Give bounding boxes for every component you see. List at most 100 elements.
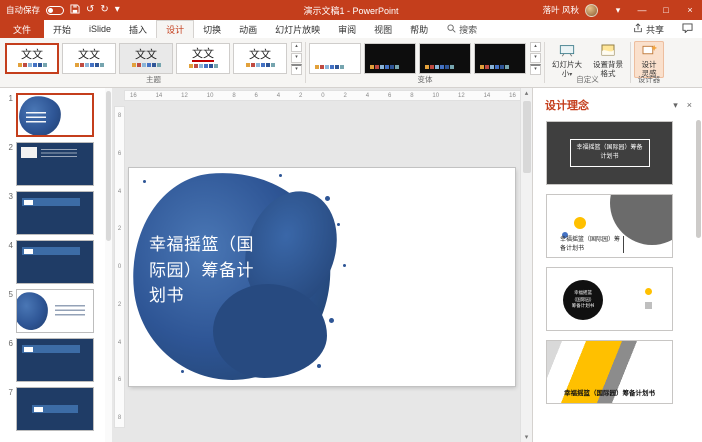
undo-icon[interactable]: ↺ bbox=[86, 5, 94, 15]
quick-access-toolbar: 自动保存 ↺ ↻ ▾ bbox=[6, 4, 120, 17]
variant-thumbnail-3[interactable] bbox=[419, 43, 471, 74]
user-name[interactable]: 落叶 风秋 bbox=[543, 4, 579, 16]
design-suggestion-1[interactable]: 幸福摇篮（国际园）筹备计划书 bbox=[546, 121, 673, 185]
slide-thumbnail-item-1[interactable]: 1 bbox=[2, 93, 105, 137]
yellow-dot-graphic bbox=[645, 288, 652, 295]
slide-size-button[interactable]: 幻灯片大小▾ bbox=[548, 41, 586, 79]
slide-3-thumb[interactable] bbox=[16, 191, 94, 235]
scrollbar-thumb[interactable] bbox=[106, 91, 111, 241]
variant-color-strip bbox=[370, 65, 399, 69]
slides-panel-scrollbar[interactable] bbox=[105, 88, 112, 442]
variant-thumbnail-2[interactable] bbox=[364, 43, 416, 74]
slide-thumbnail-item-7[interactable]: 7 bbox=[2, 387, 105, 431]
scroll-down-icon[interactable]: ▾ bbox=[525, 433, 529, 441]
title-bar: 自动保存 ↺ ↻ ▾ 演示文稿1 - PowerPoint 落叶 风秋 ▾ — … bbox=[0, 0, 702, 20]
theme-thumbnail-current[interactable]: 文文 bbox=[5, 43, 59, 74]
scroll-down-icon[interactable]: ▾ bbox=[291, 53, 302, 63]
slide-5-thumb[interactable] bbox=[16, 289, 94, 333]
slide-number: 7 bbox=[2, 387, 13, 397]
slide-1-thumb[interactable] bbox=[16, 93, 94, 137]
ribbon-display-options-icon[interactable]: ▾ bbox=[606, 0, 630, 20]
tab-home[interactable]: 开始 bbox=[44, 20, 80, 38]
save-icon[interactable] bbox=[70, 4, 80, 17]
design-suggestion-3[interactable]: 幸福摇篮（国际园）筹备计划书 bbox=[546, 267, 673, 331]
slide-7-thumb[interactable] bbox=[16, 387, 94, 431]
customize-group-label: 自定义 bbox=[545, 74, 630, 85]
comments-button[interactable] bbox=[673, 20, 702, 38]
tab-transitions[interactable]: 切换 bbox=[194, 20, 230, 38]
designer-group: 设计灵感 设计器 bbox=[631, 39, 667, 86]
design-ideas-panel: 设计理念 ▾ × 幸福摇篮（国际园）筹备计划书 幸福摇篮（国际园）筹备计划书 幸 bbox=[532, 88, 702, 442]
theme-sample-text: 文文 bbox=[21, 49, 43, 61]
titlebar-right: 落叶 风秋 ▾ — □ × bbox=[543, 0, 702, 20]
search-input[interactable]: 搜索 bbox=[437, 20, 487, 38]
theme-sample-text: 文文 bbox=[135, 49, 157, 61]
slide-6-thumb[interactable] bbox=[16, 338, 94, 382]
qat-customize-icon[interactable]: ▾ bbox=[115, 5, 120, 15]
close-icon[interactable]: × bbox=[687, 100, 692, 111]
tab-animations[interactable]: 动画 bbox=[230, 20, 266, 38]
tab-slideshow[interactable]: 幻灯片放映 bbox=[266, 20, 329, 38]
slide-thumbnail-item-5[interactable]: 5 bbox=[2, 289, 105, 333]
comment-icon bbox=[682, 23, 693, 35]
scroll-up-icon[interactable]: ▴ bbox=[291, 42, 302, 52]
scroll-up-icon[interactable]: ▴ bbox=[530, 42, 541, 52]
tab-help[interactable]: 帮助 bbox=[401, 20, 437, 38]
maximize-button[interactable]: □ bbox=[654, 0, 678, 20]
variant-color-strip bbox=[425, 65, 454, 69]
scrollbar-thumb[interactable] bbox=[523, 101, 531, 173]
share-button[interactable]: 共享 bbox=[624, 20, 673, 38]
slide-thumbnail-item-6[interactable]: 6 bbox=[2, 338, 105, 382]
tab-file[interactable]: 文件 bbox=[0, 20, 44, 38]
scroll-down-icon[interactable]: ▾ bbox=[530, 53, 541, 63]
design-suggestion-2[interactable]: 幸福摇篮（国际园）筹备计划书 bbox=[546, 194, 673, 258]
slide-number: 3 bbox=[2, 191, 13, 201]
close-button[interactable]: × bbox=[678, 0, 702, 20]
gallery-more-icon[interactable]: ▾ bbox=[530, 64, 541, 75]
theme-thumbnail-4[interactable]: 文文 bbox=[176, 43, 230, 74]
variant-thumbnail-4[interactable] bbox=[474, 43, 526, 74]
thumb-title-bar bbox=[22, 198, 80, 206]
tab-view[interactable]: 视图 bbox=[365, 20, 401, 38]
format-background-button[interactable]: 设置背景格式 bbox=[589, 41, 627, 78]
slide-thumbnail-item-2[interactable]: 2 bbox=[2, 142, 105, 186]
tab-review[interactable]: 审阅 bbox=[329, 20, 365, 38]
user-avatar[interactable] bbox=[585, 4, 598, 17]
ink-splatter-dot bbox=[343, 264, 346, 267]
slide-thumbnail-item-3[interactable]: 3 bbox=[2, 191, 105, 235]
slide-thumbnail-item-4[interactable]: 4 bbox=[2, 240, 105, 284]
design-panel-scrollbar[interactable] bbox=[696, 120, 701, 436]
slide-area-scrollbar[interactable]: ▴ ▾ bbox=[520, 88, 532, 442]
theme-thumbnail-2[interactable]: 文文 bbox=[62, 43, 116, 74]
autosave-toggle[interactable] bbox=[46, 6, 64, 15]
suggestion-title-text: 幸福摇篮（国际园）筹备计划书 bbox=[570, 290, 596, 310]
scrollbar-thumb[interactable] bbox=[696, 120, 701, 238]
tab-design[interactable]: 设计 bbox=[156, 20, 194, 38]
redo-icon[interactable]: ↻ bbox=[100, 5, 108, 15]
format-background-icon bbox=[601, 44, 615, 59]
minimize-button[interactable]: — bbox=[630, 0, 654, 20]
slide-2-thumb[interactable] bbox=[16, 142, 94, 186]
horizontal-ruler[interactable]: 1614121086420246810121416 bbox=[124, 90, 522, 101]
variant-thumbnail-1[interactable] bbox=[309, 43, 361, 74]
theme-sample-text: 文文 bbox=[192, 48, 214, 62]
slide-4-thumb[interactable] bbox=[16, 240, 94, 284]
ink-splatter-dot bbox=[329, 318, 334, 323]
design-suggestion-4[interactable]: 幸福摇篮（国际园）筹备计划书 bbox=[546, 340, 673, 404]
yellow-dot-graphic bbox=[574, 217, 586, 229]
theme-thumbnail-5[interactable]: 文文 bbox=[233, 43, 287, 74]
theme-color-strip bbox=[132, 63, 161, 67]
slide-title-text[interactable]: 幸福摇篮（国际园）筹备计划书 bbox=[149, 232, 261, 309]
theme-thumbnail-3[interactable]: 文文 bbox=[119, 43, 173, 74]
tab-insert[interactable]: 插入 bbox=[120, 20, 156, 38]
powerpoint-window: 自动保存 ↺ ↻ ▾ 演示文稿1 - PowerPoint 落叶 风秋 ▾ — … bbox=[0, 0, 702, 442]
design-ideas-button[interactable]: 设计灵感 bbox=[634, 41, 664, 78]
scroll-up-icon[interactable]: ▴ bbox=[525, 89, 529, 97]
autosave-label: 自动保存 bbox=[6, 4, 40, 16]
vertical-ruler[interactable]: 864202468 bbox=[114, 106, 125, 428]
tab-islide[interactable]: iSlide bbox=[80, 20, 120, 38]
toggle-knob bbox=[48, 8, 53, 13]
slide-canvas[interactable]: 幸福摇篮（国际园）筹备计划书 bbox=[129, 168, 515, 386]
gallery-more-icon[interactable]: ▾ bbox=[291, 64, 302, 75]
chevron-down-icon[interactable]: ▾ bbox=[673, 100, 678, 111]
